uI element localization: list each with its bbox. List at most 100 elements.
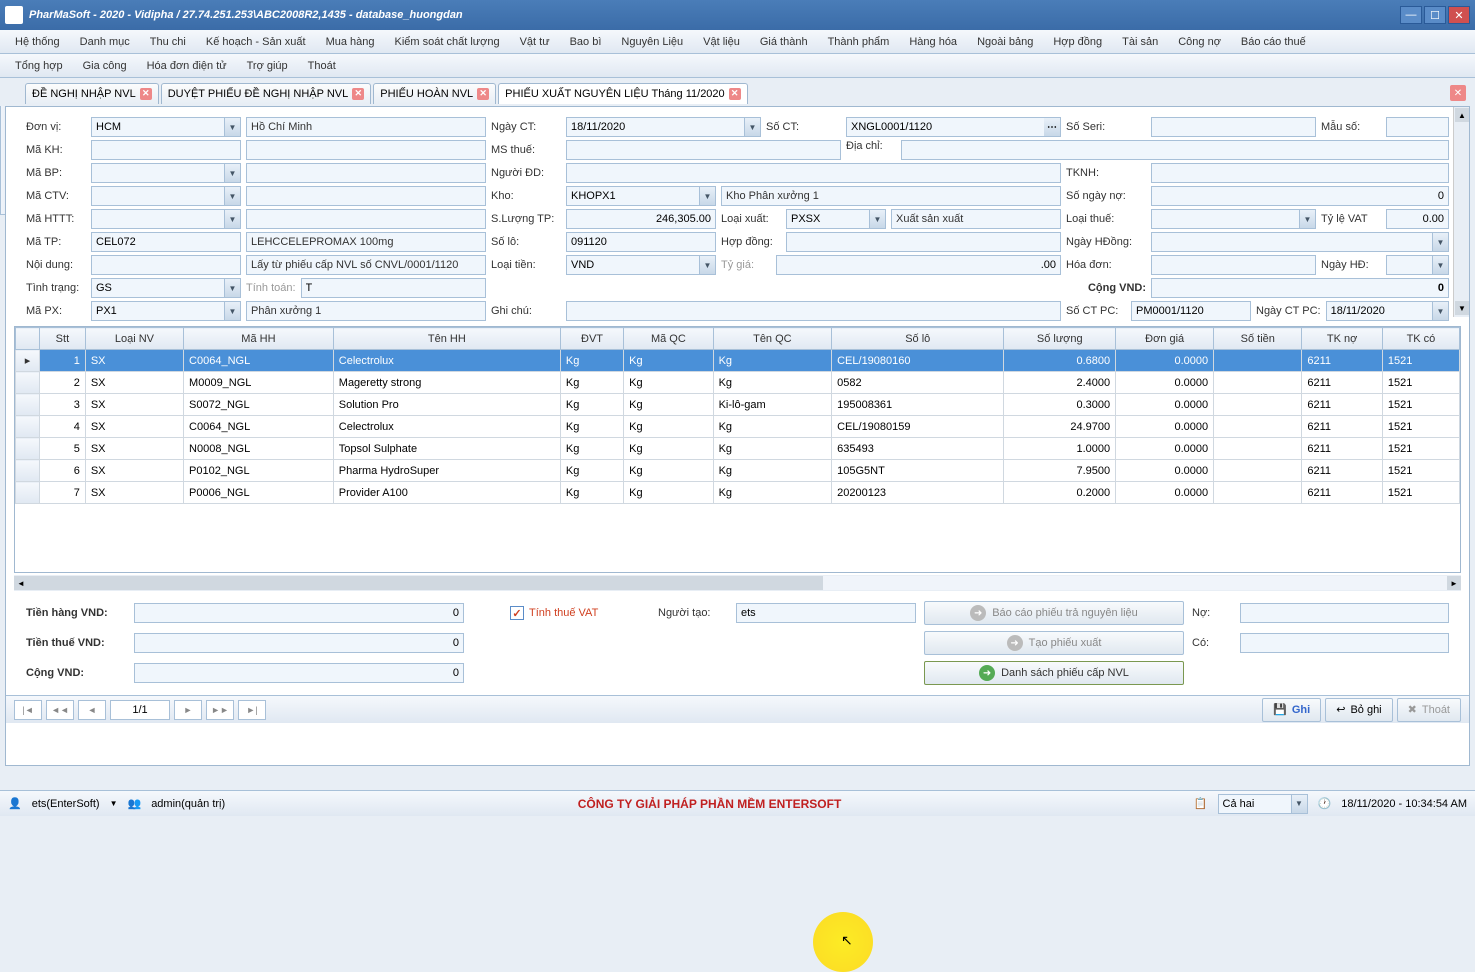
menu-item[interactable]: Hệ thống [5, 33, 70, 51]
table-row[interactable]: 6SXP0102_NGLPharma HydroSuperKgKgKg105G5… [16, 460, 1460, 482]
chevron-down-icon[interactable]: ▼ [224, 164, 240, 182]
input-mactv[interactable] [91, 186, 241, 206]
menu-item[interactable]: Ngoài bảng [967, 33, 1043, 51]
row-selector[interactable]: ▸ [16, 350, 40, 372]
btn-boghi[interactable]: ↩Bỏ ghi [1325, 698, 1392, 722]
menu-item[interactable]: Thoát [298, 57, 346, 75]
input-nguoidd[interactable] [566, 163, 1061, 183]
column-header[interactable]: Stt [40, 328, 86, 350]
input-mapx[interactable] [91, 301, 241, 321]
grid-hscroll[interactable]: ◄ ► [14, 575, 1461, 591]
scroll-right-icon[interactable]: ► [1447, 576, 1461, 590]
input-hopdong[interactable] [786, 232, 1061, 252]
maximize-button[interactable]: ☐ [1424, 6, 1446, 24]
input-matp[interactable] [91, 232, 241, 252]
input-songayno[interactable] [1151, 186, 1449, 206]
row-selector[interactable] [16, 482, 40, 504]
input-ngayhdong[interactable] [1151, 232, 1449, 252]
document-tab[interactable]: PHIẾU HOÀN NVL✕ [373, 83, 496, 104]
input-diachi[interactable] [901, 140, 1449, 160]
chevron-down-icon[interactable]: ▼ [1432, 302, 1448, 320]
input-no[interactable] [1240, 603, 1449, 623]
table-row[interactable]: 4SXC0064_NGLCelectroluxKgKgKgCEL/1908015… [16, 416, 1460, 438]
input-tknh[interactable] [1151, 163, 1449, 183]
input-tinhtrang[interactable] [91, 278, 241, 298]
chevron-down-icon[interactable]: ▼ [1299, 210, 1315, 228]
btn-ghi[interactable]: 💾Ghi [1262, 698, 1321, 722]
input-mauso[interactable] [1386, 117, 1449, 137]
pager-next[interactable]: ► [174, 700, 202, 720]
chevron-down-icon[interactable]: ▼ [224, 187, 240, 205]
column-header[interactable]: Tên HH [333, 328, 560, 350]
input-sluongtp[interactable] [566, 209, 716, 229]
row-selector[interactable] [16, 394, 40, 416]
input-donvi[interactable] [91, 117, 241, 137]
row-selector[interactable] [16, 372, 40, 394]
scroll-left-icon[interactable]: ◄ [14, 576, 28, 590]
input-soct[interactable] [846, 117, 1061, 137]
status-user1[interactable]: ets(EnterSoft) [32, 798, 100, 810]
table-row[interactable]: 7SXP0006_NGLProvider A100KgKgKg202001230… [16, 482, 1460, 504]
menu-item[interactable]: Danh mục [70, 33, 140, 51]
row-selector[interactable] [16, 438, 40, 460]
chevron-down-icon[interactable]: ▼ [1291, 795, 1307, 813]
menu-item[interactable]: Vật tư [510, 33, 560, 51]
menu-item[interactable]: Tài sản [1112, 33, 1168, 51]
pager-prev[interactable]: ◄ [78, 700, 106, 720]
row-selector[interactable] [16, 416, 40, 438]
input-noidung-code[interactable] [91, 255, 241, 275]
column-header[interactable]: Số lô [832, 328, 1004, 350]
chevron-down-icon[interactable]: ▼ [744, 118, 760, 136]
input-co[interactable] [1240, 633, 1449, 653]
input-soseri[interactable] [1151, 117, 1316, 137]
column-header[interactable]: Loại NV [85, 328, 183, 350]
chevron-down-icon[interactable]: ▼ [224, 118, 240, 136]
chevron-down-icon[interactable]: ▼ [699, 256, 715, 274]
close-button[interactable]: ✕ [1448, 6, 1470, 24]
pager-prev-page[interactable]: ◄◄ [46, 700, 74, 720]
btn-baocao[interactable]: ➜Báo cáo phiếu trả nguyên liệu [924, 601, 1184, 625]
input-ghichu[interactable] [566, 301, 1061, 321]
column-header[interactable]: Mã HH [184, 328, 334, 350]
document-tab[interactable]: DUYỆT PHIẾU ĐỀ NGHỊ NHẬP NVL✕ [161, 83, 372, 104]
input-solo[interactable] [566, 232, 716, 252]
chevron-down-icon[interactable]: ▼ [224, 210, 240, 228]
btn-thoat[interactable]: ✖Thoát [1397, 698, 1461, 722]
minimize-button[interactable]: — [1400, 6, 1422, 24]
btn-danhsach[interactable]: ➜Danh sách phiếu cấp NVL [924, 661, 1184, 685]
menu-item[interactable]: Vật liệu [693, 33, 750, 51]
close-tab-icon[interactable]: ✕ [477, 88, 489, 100]
column-header[interactable]: TK nợ [1302, 328, 1383, 350]
column-header[interactable]: Mã QC [624, 328, 713, 350]
column-header[interactable]: Số lượng [1004, 328, 1116, 350]
table-row[interactable]: 2SXM0009_NGLMageretty strongKgKgKg05822.… [16, 372, 1460, 394]
table-row[interactable]: ▸1SXC0064_NGLCelectroluxKgKgKgCEL/190801… [16, 350, 1460, 372]
input-loaithue[interactable] [1151, 209, 1316, 229]
chevron-down-icon[interactable]: ▼ [869, 210, 885, 228]
close-tab-icon[interactable]: ✕ [729, 88, 741, 100]
input-loaitien[interactable] [566, 255, 716, 275]
menu-item[interactable]: Kế hoạch - Sản xuất [196, 33, 316, 51]
menu-item[interactable]: Báo cáo thuế [1231, 33, 1316, 51]
input-tinhtoan[interactable] [301, 278, 486, 298]
chevron-down-icon[interactable]: ▼ [1432, 233, 1448, 251]
table-row[interactable]: 5SXN0008_NGLTopsol SulphateKgKgKg6354931… [16, 438, 1460, 460]
menu-item[interactable]: Tổng hợp [5, 57, 73, 75]
input-makh[interactable] [91, 140, 241, 160]
column-header[interactable]: Đơn giá [1116, 328, 1214, 350]
pager-first[interactable]: |◄ [14, 700, 42, 720]
input-tygia[interactable] [776, 255, 1061, 275]
column-header[interactable]: Số tiền [1214, 328, 1302, 350]
input-ngayct[interactable] [566, 117, 761, 137]
menu-item[interactable]: Hàng hóa [899, 33, 967, 51]
chevron-down-icon[interactable]: ▼ [224, 302, 240, 320]
close-tab-icon[interactable]: ✕ [352, 88, 364, 100]
pager-next-page[interactable]: ►► [206, 700, 234, 720]
input-mabp[interactable] [91, 163, 241, 183]
document-tab[interactable]: PHIẾU XUẤT NGUYÊN LIỆU Tháng 11/2020✕ [498, 83, 748, 104]
chevron-down-icon[interactable]: ▼ [1432, 256, 1448, 274]
menu-item[interactable]: Hợp đồng [1043, 33, 1112, 51]
checkbox-vat[interactable]: ✓ [510, 606, 524, 620]
input-mahttt[interactable] [91, 209, 241, 229]
chevron-down-icon[interactable]: ▼ [699, 187, 715, 205]
